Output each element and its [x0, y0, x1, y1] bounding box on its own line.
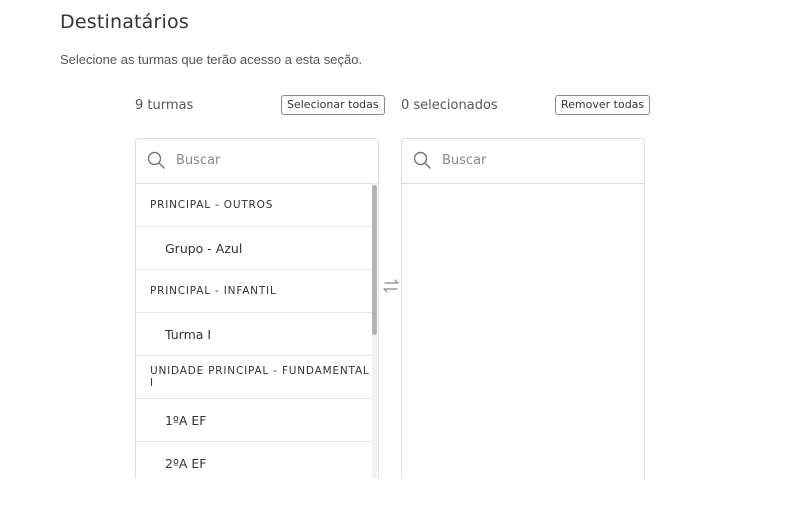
available-panel: PRINCIPAL - OUTROS Grupo - Azul PRINCIPAL … — [135, 138, 379, 478]
group-header-label: PRINCIPAL - INFANTIL — [150, 285, 277, 297]
group-header: UNIDADE PRINCIPAL - FUNDAMENTAL I — [136, 356, 372, 399]
selected-count: 0 selecionados — [401, 98, 498, 113]
list-item-label: 2ºA EF — [165, 455, 207, 471]
available-search-input[interactable] — [176, 150, 366, 170]
selected-search — [402, 139, 644, 184]
list-item-label: Grupo - Azul — [165, 240, 243, 256]
group-header-label: UNIDADE PRINCIPAL - FUNDAMENTAL I — [150, 365, 370, 389]
list-item-label: Turma I — [165, 326, 212, 342]
section-subtitle: Selecione as turmas que terão acesso a e… — [60, 52, 363, 67]
select-all-button[interactable]: Selecionar todas — [281, 95, 385, 115]
selected-search-input[interactable] — [442, 150, 632, 170]
available-count: 9 turmas — [135, 98, 194, 113]
search-icon — [147, 151, 165, 169]
group-header: PRINCIPAL - OUTROS — [136, 184, 372, 227]
list-item[interactable]: 2ºA EF — [136, 442, 372, 478]
remove-all-button[interactable]: Remover todas — [555, 95, 651, 115]
group-header-label: PRINCIPAL - OUTROS — [150, 199, 274, 211]
available-search — [136, 139, 378, 184]
available-list: PRINCIPAL - OUTROS Grupo - Azul PRINCIPAL … — [136, 184, 378, 478]
scrollbar-thumb[interactable] — [372, 185, 377, 335]
list-item[interactable]: Turma I — [136, 313, 372, 356]
search-icon — [413, 151, 431, 169]
transfer-arrows-icon — [383, 279, 399, 293]
selected-panel — [401, 138, 645, 478]
list-item-label: 1ºA EF — [165, 412, 207, 428]
list-item[interactable]: 1ºA EF — [136, 399, 372, 442]
list-item[interactable]: Grupo - Azul — [136, 227, 372, 270]
group-header: PRINCIPAL - INFANTIL — [136, 270, 372, 313]
section-title: Destinatários — [60, 11, 189, 33]
